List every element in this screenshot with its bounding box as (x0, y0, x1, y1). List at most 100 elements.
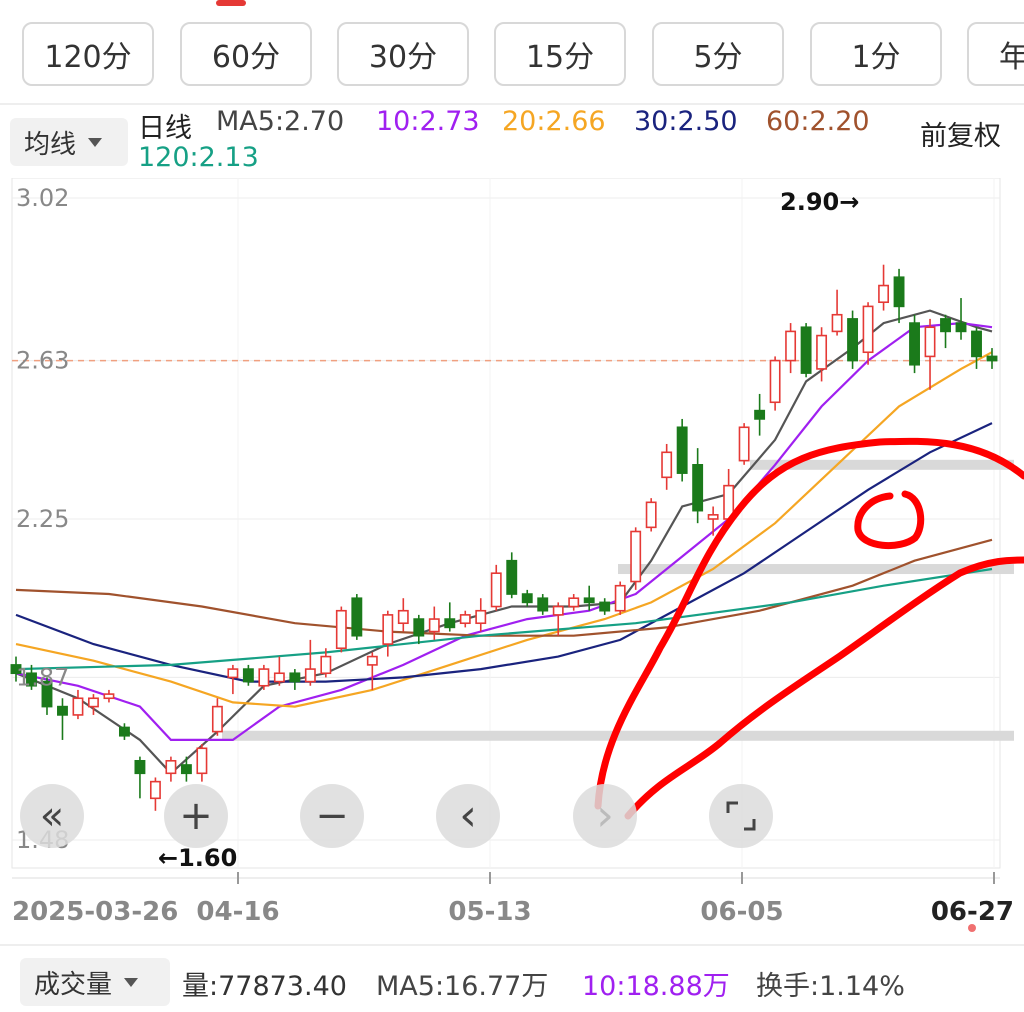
candle[interactable] (521, 589, 533, 607)
volume-divider (0, 944, 1024, 946)
candle[interactable] (537, 594, 549, 615)
candle[interactable] (149, 777, 161, 811)
turnover-value: 换手:1.14% (756, 971, 905, 1002)
candle[interactable] (847, 310, 859, 369)
candle[interactable] (397, 598, 409, 632)
tab-60min[interactable]: 60分 (180, 22, 312, 86)
candle[interactable] (258, 664, 270, 690)
candle[interactable] (118, 723, 130, 740)
candle[interactable] (57, 698, 68, 740)
candle[interactable] (196, 744, 208, 782)
kline-chart-area[interactable]: 3.022.632.251.871.482025-03-2604-1605-13… (0, 177, 1024, 938)
scroll-start-button[interactable]: « (20, 784, 84, 848)
chevron-down-icon (88, 137, 103, 147)
candle[interactable] (366, 652, 378, 690)
volume-ma10: 10:18.88万 (582, 971, 730, 1002)
ma-line-ma60 (15, 538, 993, 637)
candle[interactable] (506, 552, 518, 599)
candle[interactable] (878, 264, 890, 311)
candle[interactable] (630, 527, 642, 590)
volume-selector-label: 成交量 (34, 969, 113, 1000)
y-tick-label: 1.87 (16, 663, 69, 691)
tab-year[interactable]: 年 (967, 22, 1024, 86)
candle[interactable] (754, 393, 766, 436)
candle[interactable] (475, 598, 487, 632)
candle[interactable] (165, 756, 177, 782)
candle[interactable] (351, 594, 363, 640)
tab-5min[interactable]: 5分 (652, 22, 784, 86)
candle[interactable] (862, 302, 874, 365)
annotation-circle (854, 490, 925, 550)
candle[interactable] (304, 639, 316, 686)
candle[interactable] (986, 348, 998, 369)
candle[interactable] (289, 669, 301, 690)
candle[interactable] (955, 298, 967, 340)
chevron-down-icon (124, 977, 139, 987)
zoom-in-button[interactable]: + (164, 784, 228, 848)
candle[interactable] (382, 610, 394, 657)
tab-30min[interactable]: 30分 (337, 22, 469, 86)
candle[interactable] (180, 756, 192, 782)
volume-indicator-selector[interactable]: 成交量 (20, 958, 170, 1006)
ma30-value: 30:2.50 (634, 106, 738, 137)
period-label: 日线 (138, 113, 192, 144)
candle[interactable] (645, 498, 657, 532)
candle[interactable] (707, 506, 719, 536)
candle[interactable] (940, 314, 951, 349)
ma20-value: 20:2.66 (502, 106, 606, 137)
fullscreen-icon (726, 801, 756, 831)
candle[interactable] (676, 418, 688, 482)
candle[interactable] (444, 602, 456, 632)
kline-chart[interactable]: 3.022.632.251.871.482025-03-2604-1605-13… (0, 177, 1024, 938)
ma-selector-label: 均线 (24, 129, 77, 160)
ma-selector[interactable]: 均线 (10, 118, 128, 166)
candle[interactable] (273, 656, 285, 686)
candle[interactable] (599, 598, 611, 615)
candle[interactable] (335, 606, 347, 653)
candle[interactable] (909, 314, 920, 374)
low-price-marker: ←1.60 (158, 844, 237, 872)
ma120-value: 120:2.13 (138, 142, 259, 173)
zoom-out-button[interactable]: − (300, 784, 364, 848)
candle[interactable] (831, 289, 843, 336)
candle[interactable] (738, 423, 750, 465)
minus-icon: − (315, 793, 349, 839)
candle[interactable] (490, 564, 502, 611)
y-tick-label: 3.02 (16, 184, 69, 212)
tab-120min[interactable]: 120分 (22, 22, 154, 86)
candle[interactable] (413, 614, 425, 645)
fullscreen-button[interactable] (709, 784, 773, 848)
tab-15min[interactable]: 15分 (494, 22, 626, 86)
candle[interactable] (614, 581, 626, 615)
pan-left-button[interactable]: ‹ (436, 784, 500, 848)
candle[interactable] (924, 318, 936, 390)
candle[interactable] (568, 594, 580, 611)
candle[interactable] (72, 689, 84, 720)
high-price-marker: 2.90→ (780, 188, 859, 216)
candle[interactable] (661, 443, 673, 490)
candle[interactable] (893, 268, 905, 324)
tab-1min[interactable]: 1分 (810, 22, 942, 86)
tab-divider (0, 103, 1024, 105)
pan-right-button[interactable]: › (573, 784, 637, 848)
y-tick-label: 2.63 (16, 347, 69, 375)
candle[interactable] (583, 585, 595, 611)
candle[interactable] (800, 323, 812, 378)
x-tick-label: 04-16 (196, 897, 279, 927)
candle[interactable] (785, 323, 797, 374)
candle[interactable] (134, 756, 146, 799)
x-tick-label: 05-13 (448, 897, 531, 927)
active-tab-indicator (216, 0, 246, 6)
ma5-value: MA5:2.70 (216, 106, 345, 137)
volume-ma5: MA5:16.77万 (376, 971, 549, 1002)
ma-line-ma5 (15, 309, 993, 775)
annotation-stroke-upper (594, 437, 1024, 810)
y-tick-label: 2.25 (16, 505, 69, 533)
candle[interactable] (103, 689, 115, 703)
adjust-mode-button[interactable]: 前复权 (920, 114, 1001, 153)
candle[interactable] (459, 610, 471, 628)
candle[interactable] (211, 698, 223, 736)
candle[interactable] (769, 356, 781, 411)
chevron-left-icon: ‹ (459, 790, 477, 841)
candle[interactable] (692, 448, 704, 524)
